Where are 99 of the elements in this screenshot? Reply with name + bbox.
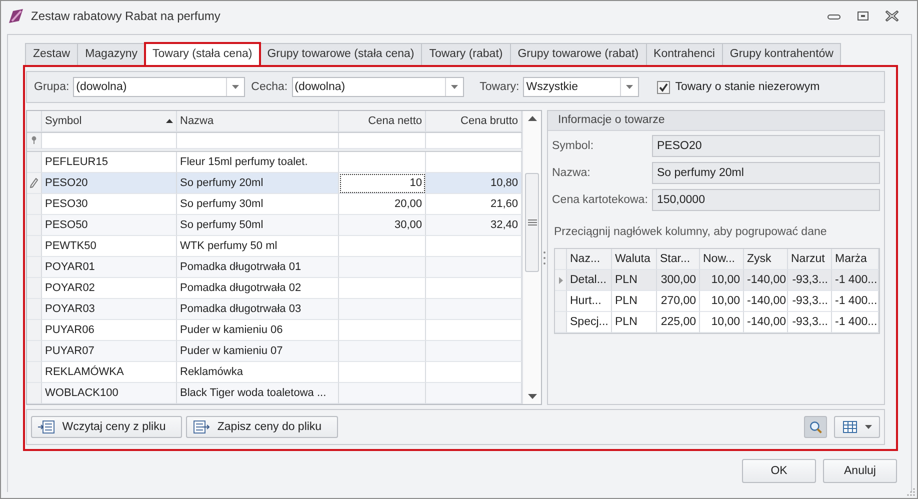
dropdown-field[interactable]: Wszystkie xyxy=(523,77,640,97)
table-row[interactable]: POYAR01 Pomadka długotrwała 01 xyxy=(27,257,522,278)
window-title: Zestaw rabatowy Rabat na perfumy xyxy=(31,9,220,23)
table-cell: Pomadka długotrwała 03 xyxy=(177,299,339,320)
tab[interactable]: Kontrahenci xyxy=(646,43,723,65)
table-cell: Black Tiger woda toaletowa ... xyxy=(177,383,339,404)
table-cell: WOBLACK100 xyxy=(42,383,177,404)
column-header[interactable]: Symbol xyxy=(42,111,177,132)
tab[interactable]: Towary (stała cena) xyxy=(144,43,260,66)
table-cell: Specj... xyxy=(567,312,612,333)
field-label: Grupa: xyxy=(34,81,70,93)
tab[interactable]: Grupy kontrahentów xyxy=(722,43,842,65)
column-header[interactable]: Nazwa xyxy=(177,111,339,132)
table-cell: 10,00 xyxy=(700,291,744,312)
scroll-thumb[interactable] xyxy=(525,173,539,272)
table-cell: Puder w kamieniu 07 xyxy=(177,341,339,362)
read-only-field: 150,0000 xyxy=(652,189,880,211)
table-cell: 30,00 xyxy=(339,215,426,236)
group-hint: Przeciągnij nagłówek kolumny, aby pogrupować dane xyxy=(553,225,828,240)
field-label: Cena kartotekowa: xyxy=(552,194,649,206)
tab[interactable]: Grupy towarowe (stała cena) xyxy=(259,43,422,65)
grip-icon xyxy=(528,219,536,226)
table-cell: Hurt... xyxy=(567,291,612,312)
scroll-up-icon[interactable] xyxy=(528,116,536,121)
toolbar-button[interactable]: Wczytaj ceny z pliku xyxy=(31,416,182,438)
splitter-grip-icon[interactable] xyxy=(543,250,546,264)
table-cell: PESO20 xyxy=(42,173,177,194)
current-row-icon xyxy=(558,276,562,284)
table-cell: -1 400... xyxy=(832,270,879,291)
table-cell: -93,3... xyxy=(788,312,832,333)
tab[interactable]: Zestaw xyxy=(25,43,78,65)
table-cell: -1 400... xyxy=(832,312,879,333)
table-row[interactable]: WOBLACK100 Black Tiger woda toaletowa ... xyxy=(27,383,522,404)
field-label: Symbol: xyxy=(552,140,595,152)
tab[interactable]: Magazyny xyxy=(77,43,146,65)
tab[interactable]: Grupy towarowe (rabat) xyxy=(510,43,647,65)
table-cell: PLN xyxy=(612,270,657,291)
table-row[interactable]: Specj... PLN 225,00 10,00 -140,00 -93,3... -1 400... xyxy=(555,312,879,333)
caret-icon xyxy=(864,425,872,429)
table-row[interactable]: PESO50 So perfumy 50ml 30,00 32,40 xyxy=(27,215,522,236)
toolbar-button[interactable]: Zapisz ceny do pliku xyxy=(186,416,338,438)
checkbox[interactable] xyxy=(657,80,670,94)
table-cell: So perfumy 50ml xyxy=(177,215,339,236)
table-cell: So perfumy 20ml xyxy=(177,173,339,194)
scrollbar[interactable] xyxy=(522,111,541,404)
caret-icon xyxy=(626,85,634,89)
field-label: Cecha: xyxy=(251,81,288,93)
table-cell: -140,00 xyxy=(744,291,788,312)
dialog-button[interactable]: OK xyxy=(742,459,816,483)
table-cell: 270,00 xyxy=(657,291,700,312)
table-cell: 300,00 xyxy=(657,270,700,291)
search-button[interactable] xyxy=(804,416,827,438)
pencil-icon xyxy=(30,178,38,188)
column-header[interactable]: Cena netto xyxy=(339,111,426,132)
table-cell: -93,3... xyxy=(788,270,832,291)
table-cell: PLN xyxy=(612,291,657,312)
export-table-icon xyxy=(193,420,210,434)
table-icon xyxy=(842,421,856,433)
caret-icon xyxy=(450,85,458,89)
table-row[interactable]: PESO20 So perfumy 20ml 10 10,80 xyxy=(27,173,522,194)
read-only-field: PESO20 xyxy=(652,135,880,157)
table-cell: Detal... xyxy=(567,270,612,291)
table-cell: PESO50 xyxy=(42,215,177,236)
table-cell: Pomadka długotrwała 01 xyxy=(177,257,339,278)
import-table-icon xyxy=(38,420,55,434)
field-label: Towary: xyxy=(480,81,520,93)
table-cell: POYAR03 xyxy=(42,299,177,320)
table-row[interactable]: POYAR03 Pomadka długotrwała 03 xyxy=(27,299,522,320)
table-cell: POYAR01 xyxy=(42,257,177,278)
scroll-down-icon[interactable] xyxy=(528,394,536,399)
table-cell: -1 400... xyxy=(832,291,879,312)
dropdown-field[interactable]: (dowolna) xyxy=(73,77,246,97)
read-only-field: So perfumy 20ml xyxy=(652,162,880,184)
table-cell: 10,00 xyxy=(700,270,744,291)
restore-icon[interactable] xyxy=(857,11,869,21)
table-row[interactable]: PUYAR07 Puder w kamieniu 07 xyxy=(27,341,522,362)
checkbox-label: Towary o stanie niezerowym xyxy=(675,81,820,93)
table-cell[interactable]: 10 xyxy=(339,173,426,194)
table-cell: -93,3... xyxy=(788,291,832,312)
table-cell: 225,00 xyxy=(657,312,700,333)
dialog-button[interactable]: Anuluj xyxy=(823,459,897,483)
filter-pin-icon xyxy=(31,136,37,144)
table-cell: PLN xyxy=(612,312,657,333)
table-cell: PUYAR07 xyxy=(42,341,177,362)
table-cell: -140,00 xyxy=(744,270,788,291)
app-logo-icon xyxy=(7,7,25,25)
grid-layout-button[interactable] xyxy=(834,416,880,438)
resize-grip-icon[interactable] xyxy=(907,488,915,496)
table-cell: -140,00 xyxy=(744,312,788,333)
dropdown-field[interactable]: (dowolna) xyxy=(292,77,464,97)
table-row[interactable]: Hurt... PLN 270,00 10,00 -140,00 -93,3... -1 400... xyxy=(555,291,879,312)
caret-icon xyxy=(232,85,240,89)
close-icon[interactable] xyxy=(885,10,899,22)
table-row[interactable]: Detal... PLN 300,00 10,00 -140,00 -93,3... -1 400... xyxy=(555,270,879,291)
tab[interactable]: Towary (rabat) xyxy=(421,43,511,65)
search-icon xyxy=(809,419,822,435)
table-cell: 10,00 xyxy=(700,312,744,333)
field-label: Nazwa: xyxy=(552,167,592,179)
panel-title: Informacje o towarze xyxy=(548,111,884,131)
